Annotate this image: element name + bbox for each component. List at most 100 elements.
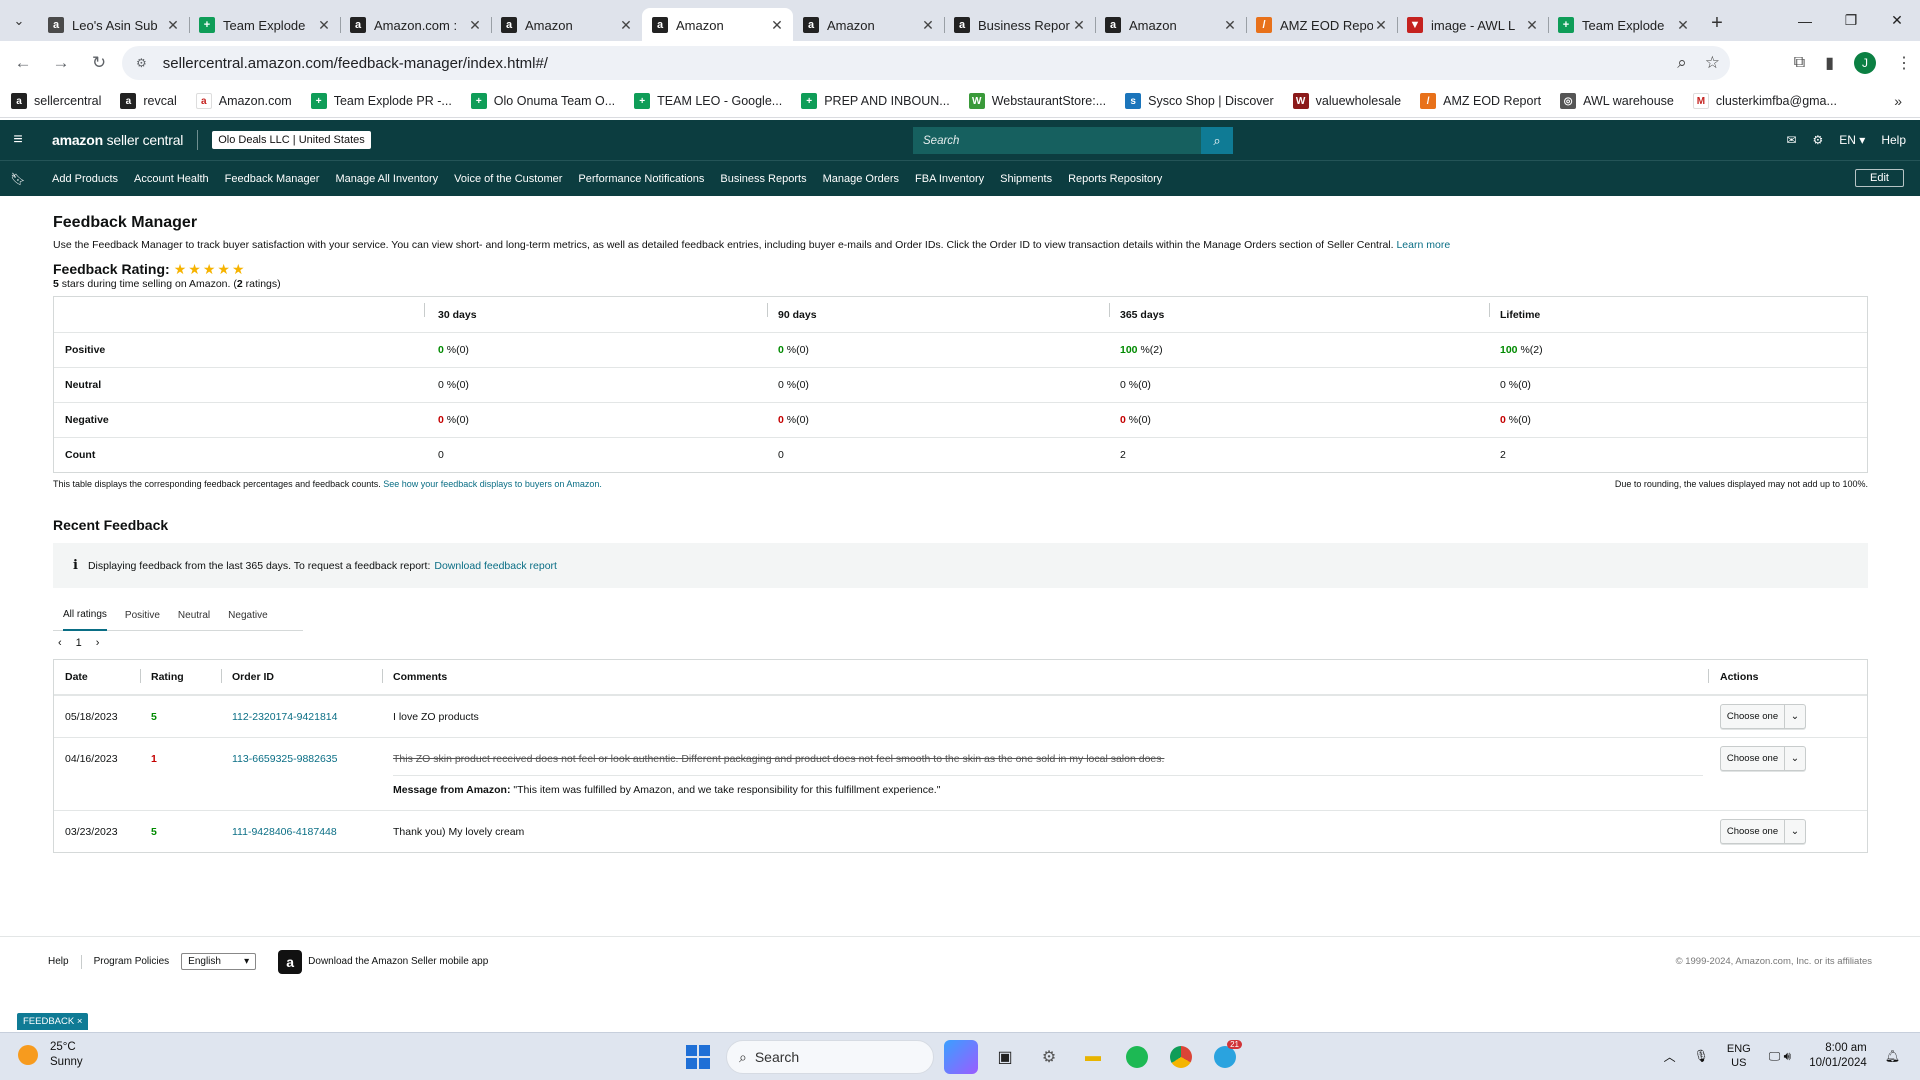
browser-tab[interactable]: a Amazon ✕: [491, 8, 642, 42]
col-order-header[interactable]: Order ID: [221, 669, 382, 683]
network-volume-icon[interactable]: 🖵︎ 🔊︎: [1769, 1049, 1791, 1064]
browser-tab[interactable]: a Amazon ✕: [1095, 8, 1246, 42]
nav-link[interactable]: FBA Inventory: [915, 173, 984, 185]
language-selector[interactable]: EN ▾: [1839, 133, 1865, 147]
bookmark-item[interactable]: s Sysco Shop | Discover: [1125, 93, 1274, 109]
back-button[interactable]: ←: [6, 46, 40, 80]
bookmark-item[interactable]: a sellercentral: [11, 93, 101, 109]
search-icon[interactable]: ⌕: [1201, 127, 1233, 154]
browser-tab[interactable]: / AMZ EOD Repo ✕: [1246, 8, 1397, 42]
browser-tab[interactable]: + Team Explode ✕: [1548, 8, 1699, 42]
chrome-icon[interactable]: [1164, 1040, 1198, 1074]
clock[interactable]: 8:00 am 10/01/2024: [1809, 1041, 1867, 1071]
extensions-icon[interactable]: ⧉: [1794, 54, 1805, 72]
choose-action-dropdown[interactable]: Choose one ⌄: [1720, 704, 1806, 729]
task-view-icon[interactable]: ▣: [988, 1040, 1022, 1074]
browser-tab[interactable]: a Business Repor ✕: [944, 8, 1095, 42]
telegram-icon[interactable]: 21: [1208, 1040, 1242, 1074]
close-window-button[interactable]: ✕: [1874, 0, 1920, 41]
nav-link[interactable]: Business Reports: [720, 173, 806, 185]
notification-bell-icon[interactable]: 🔔︎: [1885, 1049, 1900, 1063]
rating-tab[interactable]: Negative: [228, 600, 267, 631]
program-policies-link[interactable]: Program Policies: [94, 956, 170, 967]
choose-action-dropdown[interactable]: Choose one ⌄: [1720, 746, 1806, 771]
copilot-icon[interactable]: [944, 1040, 978, 1074]
taskbar-search[interactable]: ⌕ Search: [726, 1040, 934, 1074]
footer-help-link[interactable]: Help: [48, 956, 69, 967]
browser-tab[interactable]: a Amazon ✕: [793, 8, 944, 42]
feedback-tab-button[interactable]: FEEDBACK ×: [17, 1013, 89, 1030]
start-button[interactable]: [680, 1039, 716, 1075]
bookmark-item[interactable]: W WebstaurantStore:...: [968, 93, 1106, 109]
bookmark-icon[interactable]: 🔖︎: [0, 172, 36, 186]
order-id-link[interactable]: 112-2320174-9421814: [232, 711, 338, 723]
bookmark-item[interactable]: Mclusterkimfba@gma...: [1692, 93, 1837, 109]
seller-search-input[interactable]: Search ⌕: [913, 127, 1233, 154]
nav-link[interactable]: Manage Orders: [823, 173, 899, 185]
tab-close-icon[interactable]: ✕: [467, 17, 483, 34]
bookmark-item[interactable]: + Team Explode PR -...: [310, 93, 452, 109]
chevron-down-icon[interactable]: ⌄: [1784, 705, 1805, 728]
rating-tab[interactable]: All ratings: [63, 600, 107, 631]
edit-nav-button[interactable]: Edit: [1855, 169, 1904, 187]
bookmark-item[interactable]: / AMZ EOD Report: [1420, 93, 1541, 109]
bookmark-star-icon[interactable]: ☆: [1705, 53, 1720, 73]
nav-link[interactable]: Voice of the Customer: [454, 173, 562, 185]
microphone-icon[interactable]: 🎙︎: [1694, 1049, 1709, 1063]
col-date-header[interactable]: Date: [54, 671, 140, 683]
choose-action-dropdown[interactable]: Choose one ⌄: [1720, 819, 1806, 844]
bookmark-item[interactable]: ◎ AWL warehouse: [1560, 93, 1674, 109]
tab-close-icon[interactable]: ✕: [1373, 17, 1389, 34]
profile-avatar[interactable]: J: [1854, 52, 1876, 74]
tab-search-button[interactable]: ⌄: [0, 0, 38, 41]
bookmark-item[interactable]: a Amazon.com: [195, 93, 292, 109]
nav-link[interactable]: Account Health: [134, 173, 209, 185]
tab-close-icon[interactable]: ✕: [165, 17, 181, 34]
learn-more-link[interactable]: Learn more: [1396, 239, 1450, 251]
tab-close-icon[interactable]: ✕: [316, 17, 332, 34]
tab-close-icon[interactable]: ✕: [1675, 17, 1691, 34]
bookmark-item[interactable]: + TEAM LEO - Google...: [634, 93, 782, 109]
browser-tab[interactable]: ▼ image - AWL L ✕: [1397, 8, 1548, 42]
bookmark-item[interactable]: + PREP AND INBOUN...: [801, 93, 950, 109]
store-selector[interactable]: Olo Deals LLC | United States: [212, 131, 371, 149]
tab-close-icon[interactable]: ✕: [1071, 17, 1087, 34]
tab-close-icon[interactable]: ✕: [769, 17, 785, 34]
settings-gear-icon[interactable]: ⚙: [1813, 133, 1824, 147]
browser-tab[interactable]: a Amazon.com : ✕: [340, 8, 491, 42]
reload-button[interactable]: ↻: [82, 46, 116, 80]
minimize-button[interactable]: —: [1782, 0, 1828, 41]
tab-close-icon[interactable]: ✕: [618, 17, 634, 34]
col-rating-header[interactable]: Rating: [140, 669, 221, 683]
nav-link[interactable]: Manage All Inventory: [335, 173, 438, 185]
restore-button[interactable]: ❐: [1828, 0, 1874, 41]
order-id-link[interactable]: 111-9428406-4187448: [232, 826, 337, 838]
nav-link[interactable]: Shipments: [1000, 173, 1052, 185]
zoom-icon[interactable]: ⌕: [1677, 53, 1687, 73]
site-info-icon[interactable]: ⚙: [136, 56, 147, 70]
next-page-icon[interactable]: ›: [96, 637, 100, 649]
browser-menu-icon[interactable]: ⋮: [1896, 53, 1912, 73]
browser-tab[interactable]: a Leo's Asin Sub ✕: [38, 8, 189, 42]
language-select[interactable]: English ▾: [181, 953, 257, 970]
bookmarks-overflow-icon[interactable]: »: [1894, 93, 1902, 109]
bookmark-item[interactable]: + Olo Onuma Team O...: [470, 93, 615, 109]
help-link[interactable]: Help: [1881, 133, 1906, 147]
side-panel-icon[interactable]: ▮: [1825, 53, 1834, 73]
tab-close-icon[interactable]: ✕: [1524, 17, 1540, 34]
download-report-link[interactable]: Download feedback report: [434, 560, 557, 572]
tab-close-icon[interactable]: ✕: [920, 17, 936, 34]
bookmark-item[interactable]: a revcal: [120, 93, 177, 109]
nav-link[interactable]: Performance Notifications: [578, 173, 704, 185]
tab-close-icon[interactable]: ✕: [1222, 17, 1238, 34]
rating-tab[interactable]: Neutral: [178, 600, 210, 631]
nav-link[interactable]: Add Products: [52, 173, 118, 185]
weather-widget[interactable]: 25°C Sunny: [18, 1040, 83, 1070]
tray-overflow-icon[interactable]: ︿: [1664, 1048, 1676, 1065]
buyer-display-link[interactable]: See how your feedback displays to buyers…: [383, 479, 602, 489]
prev-page-icon[interactable]: ‹: [58, 637, 62, 649]
chevron-down-icon[interactable]: ⌄: [1784, 747, 1805, 770]
hamburger-menu-icon[interactable]: ≡: [0, 131, 36, 149]
forward-button[interactable]: →: [44, 46, 78, 80]
nav-link[interactable]: Feedback Manager: [225, 173, 320, 185]
